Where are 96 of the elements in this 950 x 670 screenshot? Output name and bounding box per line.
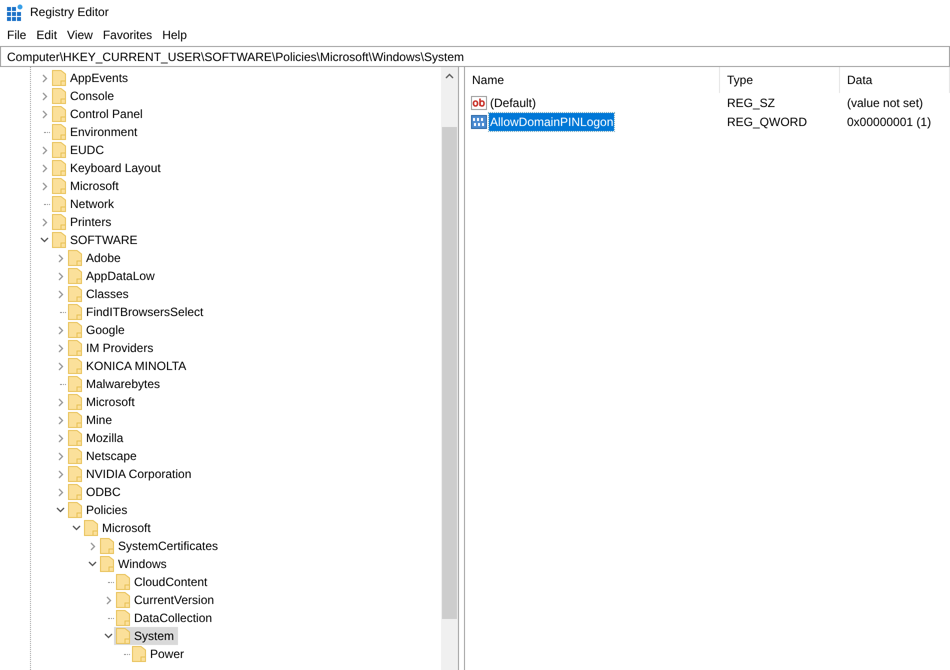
collapse-chevron-icon[interactable]: [40, 237, 49, 243]
folder-icon: [68, 358, 82, 374]
tree-item[interactable]: FindITBrowsersSelect: [66, 303, 208, 321]
tree-item[interactable]: IM Providers: [66, 339, 158, 357]
menu-item[interactable]: Edit: [31, 24, 62, 46]
folder-icon: [116, 592, 130, 608]
tree-item[interactable]: Microsoft: [66, 393, 139, 411]
folder-icon: [68, 466, 82, 482]
tree-item[interactable]: Network: [50, 195, 118, 213]
expand-chevron-icon[interactable]: [90, 542, 96, 550]
collapse-chevron-icon[interactable]: [88, 561, 97, 567]
folder-icon: [68, 340, 82, 356]
folder-icon: [84, 520, 98, 536]
folder-icon: [52, 142, 66, 158]
tree-item[interactable]: AppEvents: [50, 69, 132, 87]
folder-icon: [68, 304, 82, 320]
tree-item[interactable]: AppDataLow: [66, 267, 159, 285]
tree-item[interactable]: Control Panel: [50, 105, 147, 123]
value-type: REG_QWORD: [726, 114, 808, 130]
folder-icon: [52, 124, 66, 140]
scrollbar-thumb[interactable]: [442, 127, 457, 619]
value-data: 0x00000001 (1): [846, 114, 932, 130]
tree-item[interactable]: Mozilla: [66, 429, 128, 447]
folder-icon: [68, 394, 82, 410]
column-header[interactable]: Type: [720, 67, 840, 93]
folder-icon: [68, 484, 82, 500]
menu-item[interactable]: File: [2, 24, 32, 46]
app-icon: [7, 4, 24, 20]
value-data: (value not set): [846, 94, 924, 112]
collapse-chevron-icon[interactable]: [56, 507, 65, 513]
tree-item[interactable]: EUDC: [50, 141, 108, 159]
tree-item[interactable]: System: [114, 627, 178, 645]
address-bar[interactable]: Computer\HKEY_CURRENT_USER\SOFTWARE\Policies\Microsoft\Windows\System: [0, 46, 950, 67]
tree-item[interactable]: SystemCertificates: [98, 537, 222, 555]
tree-item[interactable]: SOFTWARE: [50, 231, 142, 249]
tree-item[interactable]: Mine: [66, 411, 116, 429]
folder-icon: [68, 268, 82, 284]
folder-icon: [116, 628, 130, 644]
column-header[interactable]: Name: [465, 67, 720, 93]
tree-item[interactable]: Microsoft: [82, 519, 155, 537]
expand-chevron-icon[interactable]: [42, 218, 48, 226]
folder-icon: [52, 178, 66, 194]
tree-item[interactable]: Keyboard Layout: [50, 159, 165, 177]
folder-icon: [68, 286, 82, 302]
tree-item[interactable]: NVIDIA Corporation: [66, 465, 196, 483]
folder-icon: [116, 610, 130, 626]
tree-item[interactable]: Environment: [50, 123, 142, 141]
string-value-icon: [471, 94, 487, 110]
collapse-chevron-icon[interactable]: [72, 525, 81, 531]
folder-icon: [68, 250, 82, 266]
column-header[interactable]: Data: [840, 67, 950, 93]
menu-item[interactable]: Favorites: [98, 24, 158, 46]
folder-icon: [132, 646, 146, 662]
folder-icon: [68, 448, 82, 464]
folder-icon: [68, 376, 82, 392]
tree-item[interactable]: Classes: [66, 285, 133, 303]
folder-icon: [100, 538, 114, 554]
tree-item[interactable]: Power: [130, 645, 188, 663]
collapse-chevron-icon[interactable]: [104, 633, 113, 639]
folder-icon: [52, 160, 66, 176]
folder-icon: [68, 322, 82, 338]
expand-chevron-icon[interactable]: [106, 596, 112, 604]
value-type: REG_SZ: [726, 94, 776, 112]
tree-item[interactable]: CloudContent: [114, 573, 212, 591]
tree-item[interactable]: Netscape: [66, 447, 141, 465]
menu-item[interactable]: Help: [157, 24, 192, 46]
tree-item[interactable]: Printers: [50, 213, 116, 231]
binary-value-icon: [471, 114, 487, 130]
tree-item[interactable]: Windows: [98, 555, 171, 573]
folder-icon: [52, 70, 66, 86]
folder-icon: [52, 214, 66, 230]
folder-icon: [68, 502, 82, 518]
tree-item[interactable]: CurrentVersion: [114, 591, 218, 609]
folder-icon: [100, 556, 114, 572]
scrollbar[interactable]: [441, 67, 458, 670]
folder-icon: [68, 430, 82, 446]
folder-icon: [68, 412, 82, 428]
value-name[interactable]: AllowDomainPINLogon: [489, 112, 614, 130]
folder-icon: [116, 574, 130, 590]
menu-item[interactable]: View: [62, 24, 98, 46]
tree-item[interactable]: Adobe: [66, 249, 125, 267]
value-name[interactable]: (Default): [489, 94, 538, 112]
tree-item[interactable]: Malwarebytes: [66, 375, 164, 393]
tree-item[interactable]: Microsoft: [50, 177, 123, 195]
folder-icon: [52, 88, 66, 104]
scroll-up-icon[interactable]: [445, 73, 454, 79]
tree-item[interactable]: DataCollection: [114, 609, 216, 627]
tree-item[interactable]: Policies: [66, 501, 132, 519]
tree-item[interactable]: KONICA MINOLTA: [66, 357, 190, 375]
folder-icon: [52, 232, 66, 248]
folder-icon: [52, 106, 66, 122]
folder-icon: [52, 196, 66, 212]
tree-item[interactable]: Google: [66, 321, 129, 339]
window-title: Registry Editor: [30, 4, 109, 21]
tree-item[interactable]: Console: [50, 87, 118, 105]
tree-item[interactable]: ODBC: [66, 483, 125, 501]
